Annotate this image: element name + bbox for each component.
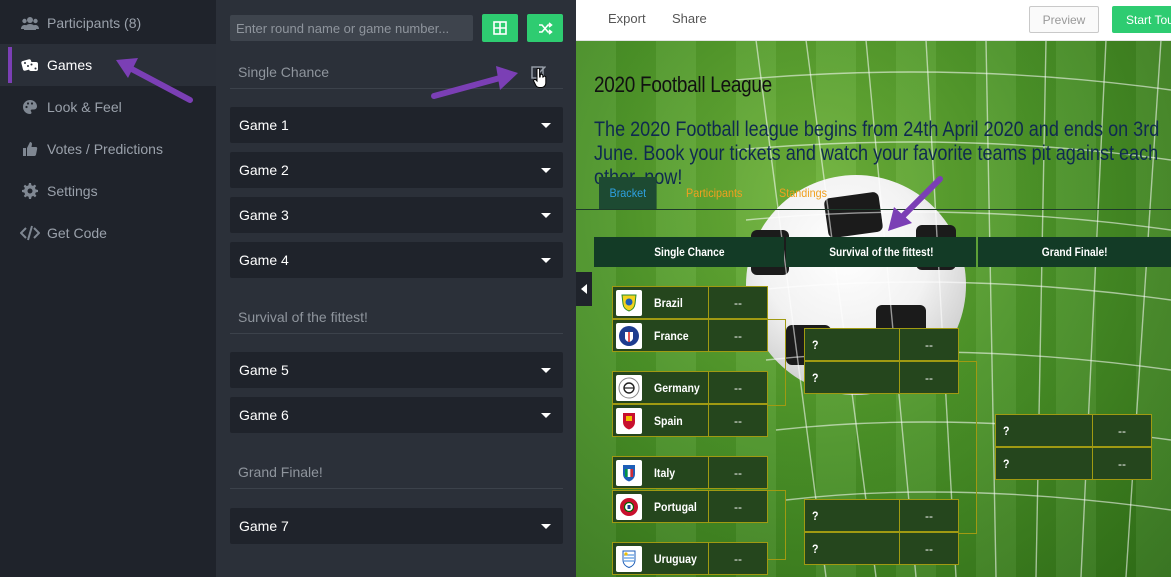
game-row-2[interactable]: Game 2 <box>230 152 563 188</box>
collapse-panel-toggle[interactable] <box>576 272 592 306</box>
germany-flag-icon <box>616 374 642 401</box>
add-grid-icon <box>493 21 507 35</box>
game-row-1[interactable]: Game 1 <box>230 107 563 143</box>
portugal-flag-icon <box>616 493 642 520</box>
game-row-3[interactable]: Game 3 <box>230 197 563 233</box>
tab-bracket[interactable]: Bracket <box>599 177 657 209</box>
bracket-round-header: Grand Finale! <box>978 237 1171 267</box>
tab-standings[interactable]: Standings <box>779 177 827 209</box>
bracket-slot[interactable]: ? -- <box>995 447 1152 480</box>
bracket-connector <box>768 490 786 560</box>
game-row-4[interactable]: Game 4 <box>230 242 563 278</box>
round-header-grand-finale: Grand Finale! <box>230 455 563 489</box>
bracket-slot[interactable]: Italy -- <box>612 456 768 489</box>
sidebar-item-participants[interactable]: Participants (8) <box>0 2 216 44</box>
bracket-round-header: Single Chance <box>594 237 784 267</box>
round-header-single-chance: Single Chance <box>230 55 563 89</box>
bracket-slot[interactable]: ? -- <box>804 328 959 361</box>
bracket-round-header: Survival of the fittest! <box>786 237 976 267</box>
round-header-survival: Survival of the fittest! <box>230 300 563 334</box>
game-row-5[interactable]: Game 5 <box>230 352 563 388</box>
chevron-down-icon[interactable] <box>541 257 551 263</box>
chevron-down-icon[interactable] <box>541 523 551 529</box>
sidebar-item-label: Games <box>47 57 93 73</box>
sidebar-item-votes[interactable]: Votes / Predictions <box>0 128 216 170</box>
shuffle-icon <box>538 21 553 35</box>
bracket-slot[interactable]: ? -- <box>804 499 959 532</box>
gear-icon <box>20 183 40 199</box>
games-panel: Single Chance Game 1 Game 2 Game 3 Game … <box>216 0 576 577</box>
sidebar: Participants (8) Games Look & Feel Votes… <box>0 0 216 577</box>
sidebar-item-label: Participants (8) <box>47 15 142 31</box>
bracket-slot[interactable]: Uruguay -- <box>612 542 768 575</box>
thumbs-up-icon <box>20 141 40 157</box>
bracket-slot[interactable]: Germany -- <box>612 371 768 404</box>
code-icon <box>20 225 40 241</box>
sidebar-item-label: Get Code <box>47 225 107 241</box>
france-flag-icon <box>616 322 642 349</box>
share-link[interactable]: Share <box>672 11 707 26</box>
league-title: 2020 Football League <box>594 72 772 97</box>
bracket-connector <box>959 361 977 534</box>
bracket-slot[interactable]: ? -- <box>804 361 959 394</box>
users-icon <box>20 15 40 31</box>
chevron-down-icon[interactable] <box>541 412 551 418</box>
tab-divider <box>576 209 1171 210</box>
sidebar-item-settings[interactable]: Settings <box>0 170 216 212</box>
bracket-slot[interactable]: Portugal -- <box>612 490 768 523</box>
round-search-input[interactable] <box>230 15 473 41</box>
dice-icon <box>20 57 40 73</box>
sidebar-item-label: Look & Feel <box>47 99 122 115</box>
add-round-button[interactable] <box>482 14 518 42</box>
sidebar-item-label: Settings <box>47 183 98 199</box>
brazil-flag-icon <box>616 289 642 316</box>
chevron-down-icon[interactable] <box>541 167 551 173</box>
bracket-slot[interactable]: ? -- <box>995 414 1152 447</box>
sidebar-item-get-code[interactable]: Get Code <box>0 212 216 254</box>
bracket-preview: Export Share Preview Start Tour 2020 Foo… <box>576 0 1171 577</box>
sidebar-item-games[interactable]: Games <box>0 44 216 86</box>
league-description: The 2020 Football league begins from 24t… <box>594 118 1160 189</box>
bracket-slot[interactable]: ? -- <box>804 532 959 565</box>
bracket-slot[interactable]: Brazil -- <box>612 286 768 319</box>
tab-participants[interactable]: Participants <box>686 177 742 209</box>
preview-toolbar: Export Share Preview Start Tour <box>576 0 1171 41</box>
game-row-7[interactable]: Game 7 <box>230 508 563 544</box>
uruguay-flag-icon <box>616 545 642 572</box>
chevron-down-icon[interactable] <box>541 367 551 373</box>
bracket-slot[interactable]: Spain -- <box>612 404 768 437</box>
italy-flag-icon <box>616 459 642 486</box>
export-link[interactable]: Export <box>608 11 646 26</box>
start-tour-button[interactable]: Start Tour <box>1112 6 1171 33</box>
chevron-down-icon[interactable] <box>541 122 551 128</box>
palette-icon <box>20 99 40 115</box>
preview-button[interactable]: Preview <box>1029 6 1099 33</box>
game-row-6[interactable]: Game 6 <box>230 397 563 433</box>
shuffle-button[interactable] <box>527 14 563 42</box>
chevron-down-icon[interactable] <box>541 212 551 218</box>
sidebar-item-label: Votes / Predictions <box>47 141 163 157</box>
cursor-hand-icon <box>533 67 547 88</box>
bracket-connector <box>768 319 786 406</box>
bracket-slot[interactable]: France -- <box>612 319 768 352</box>
spain-flag-icon <box>616 407 642 434</box>
sidebar-item-look-feel[interactable]: Look & Feel <box>0 86 216 128</box>
